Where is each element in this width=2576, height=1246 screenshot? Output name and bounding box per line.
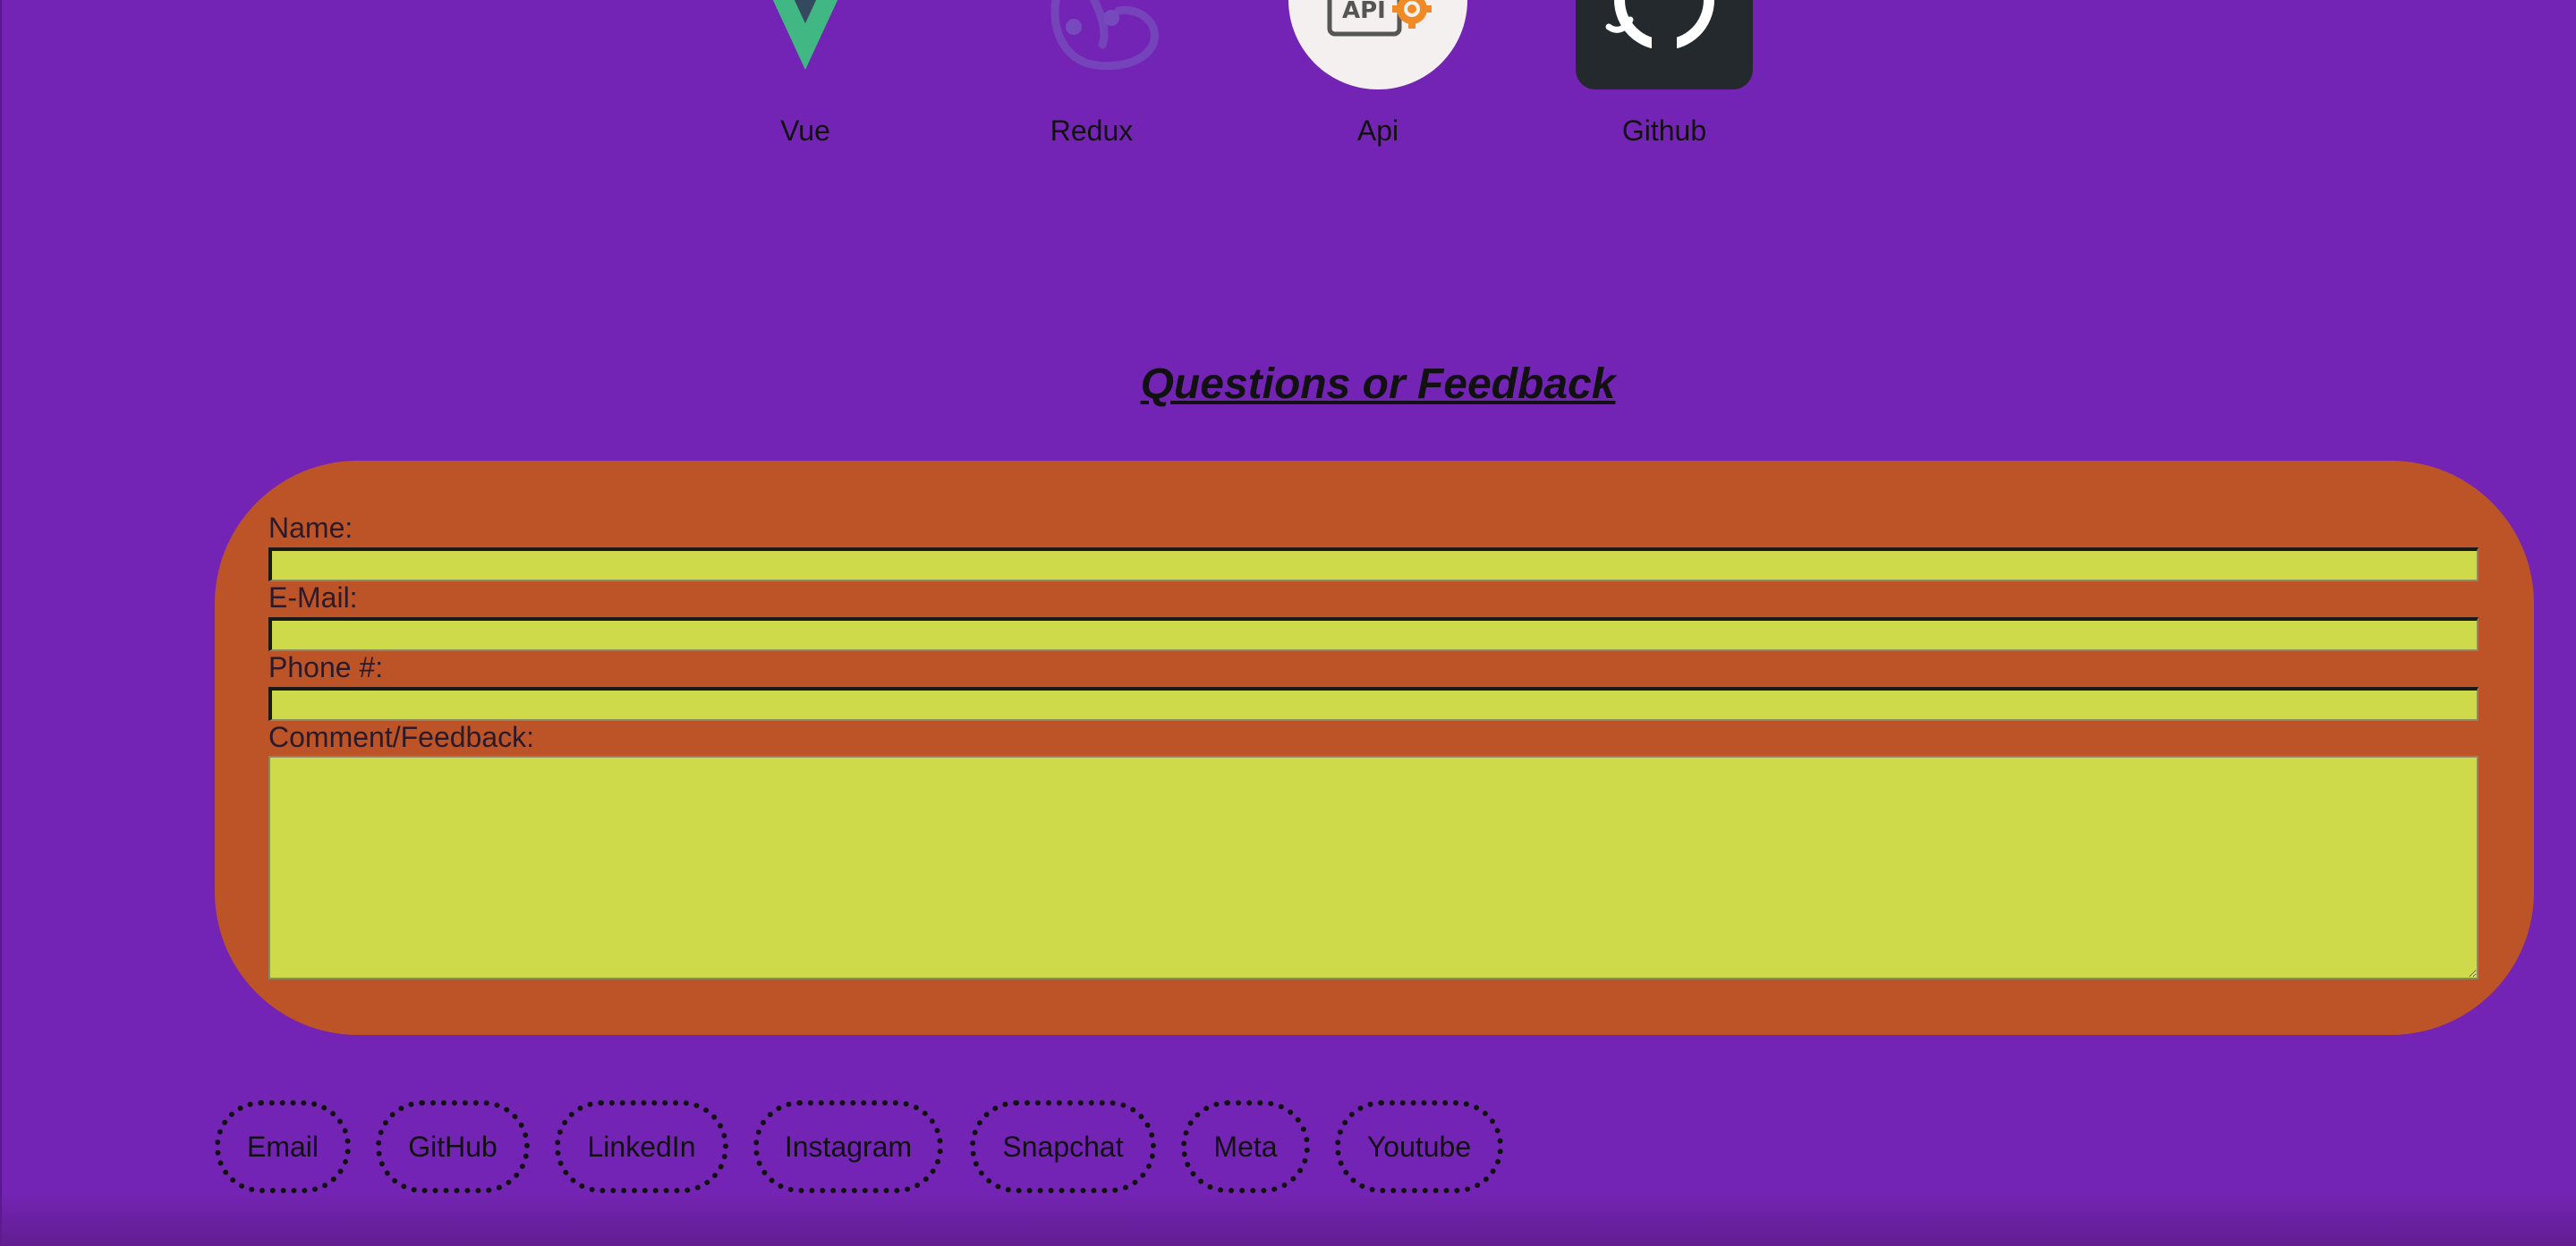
tech-stack-row: Vue Redux API Api Github xyxy=(0,0,2576,161)
comment-textarea[interactable] xyxy=(268,756,2478,979)
name-input[interactable] xyxy=(268,547,2478,581)
redux-logo-icon xyxy=(1050,0,1159,71)
vue-logo-icon xyxy=(772,0,838,70)
tech-label-redux: Redux xyxy=(1050,114,1134,147)
tech-label-api: Api xyxy=(1356,114,1399,147)
email-input[interactable] xyxy=(268,617,2478,651)
tech-item-github[interactable]: Github xyxy=(1566,0,1763,161)
email-label: E-Mail: xyxy=(268,581,358,614)
phone-input[interactable] xyxy=(268,687,2478,721)
api-icon-text: API xyxy=(1342,0,1386,24)
api-gear-icon: API xyxy=(1288,0,1467,89)
tech-item-api[interactable]: API Api xyxy=(1279,0,1476,161)
github-link-button[interactable]: GitHub xyxy=(376,1100,530,1193)
meta-link-button[interactable]: Meta xyxy=(1181,1100,1310,1193)
feedback-title: Questions or Feedback xyxy=(1140,360,1616,408)
github-octocat-icon xyxy=(1576,0,1753,89)
snapchat-link-button[interactable]: Snapchat xyxy=(970,1100,1156,1193)
tech-item-redux[interactable]: Redux xyxy=(993,0,1190,161)
phone-label: Phone #: xyxy=(268,651,384,683)
linkedin-link-button[interactable]: LinkedIn xyxy=(555,1100,728,1193)
comment-label: Comment/Feedback: xyxy=(268,721,535,753)
tech-item-vue[interactable]: Vue xyxy=(707,0,904,161)
tech-label-vue: Vue xyxy=(780,114,830,147)
instagram-link-button[interactable]: Instagram xyxy=(753,1100,943,1193)
tech-label-github: Github xyxy=(1621,114,1707,147)
name-label: Name: xyxy=(268,512,353,544)
email-link-button[interactable]: Email xyxy=(215,1100,351,1193)
bottom-shadow xyxy=(0,1192,2576,1246)
youtube-link-button[interactable]: Youtube xyxy=(1335,1100,1503,1193)
